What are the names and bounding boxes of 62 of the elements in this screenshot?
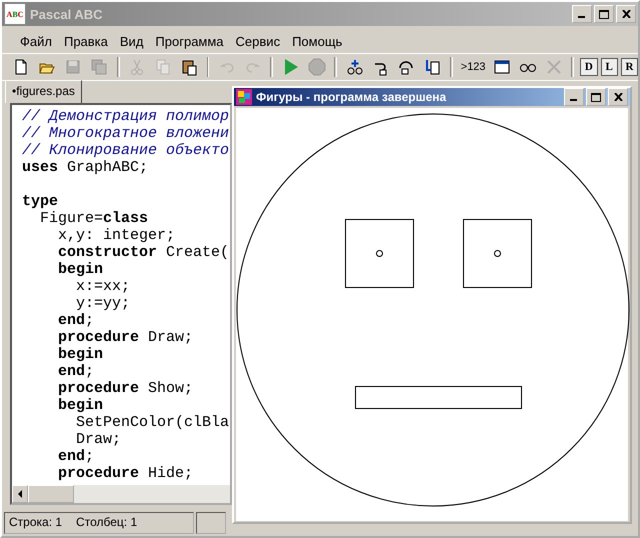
menu-item[interactable]: Сервис — [230, 32, 286, 50]
window-icon — [492, 58, 511, 76]
code-line: y:=yy; — [75, 295, 130, 312]
minimize-button[interactable] — [564, 88, 584, 106]
menu-item[interactable]: Помощь — [286, 32, 348, 50]
save-icon — [64, 58, 82, 76]
arrow-document-icon — [423, 58, 442, 76]
stop-sign-icon — [308, 58, 326, 76]
code-line: // Многократное вложени — [22, 125, 230, 142]
code-line: type — [22, 193, 58, 210]
copy-icon — [154, 58, 172, 76]
horizontal-scrollbar[interactable] — [12, 485, 230, 503]
scroll-thumb[interactable] — [28, 485, 74, 503]
close-icon — [614, 93, 622, 101]
menu-item[interactable]: Файл — [14, 32, 58, 50]
code-line: end; — [57, 312, 94, 329]
code-line: procedure Show; — [57, 380, 194, 397]
close-button[interactable] — [608, 88, 628, 106]
maximize-button[interactable] — [586, 88, 606, 106]
code-line: SetPenColor(clBla — [75, 414, 230, 431]
code-line: procedure Draw; — [57, 329, 194, 346]
scroll-left-icon[interactable] — [12, 485, 28, 503]
code-line: uses GraphABC; — [22, 159, 148, 176]
code-line: constructor Create( — [57, 244, 230, 261]
maximize-icon — [599, 10, 609, 18]
toolbar-button[interactable]: D — [580, 58, 598, 76]
status-panel — [196, 512, 226, 534]
code-editor[interactable] — [10, 103, 232, 505]
status-text: Строка: 1 — [9, 515, 62, 531]
code-line: end; — [57, 363, 94, 380]
status-text: Столбец: 1 — [76, 515, 138, 531]
code-line: // Демонстрация полимор — [22, 108, 230, 125]
code-line: begin — [57, 261, 104, 278]
code-line: Figure=class — [39, 210, 148, 227]
maximize-icon — [591, 92, 601, 102]
save-all-icon — [90, 58, 108, 76]
code-line: Draw; — [75, 431, 122, 448]
code-line: end; — [57, 448, 94, 465]
window-title: Pascal ABC — [30, 6, 104, 22]
code-line: begin — [57, 346, 104, 363]
toolbar-button[interactable]: L — [600, 58, 618, 76]
menu-item[interactable]: Правка — [58, 32, 114, 50]
paste-icon — [180, 58, 198, 76]
close-icon — [622, 10, 630, 18]
toolbar-button[interactable]: >123 — [458, 56, 488, 78]
delete-icon — [544, 58, 563, 76]
close-button[interactable] — [616, 5, 636, 23]
file-tab[interactable]: •figures.pas — [5, 80, 82, 103]
maximize-button[interactable] — [594, 5, 614, 23]
app-icon — [236, 89, 252, 105]
code-line: // Клонирование объекто — [22, 142, 230, 159]
code-line: x,y: integer; — [57, 227, 176, 244]
minimize-button[interactable] — [572, 5, 592, 23]
menu-item[interactable]: Программа — [149, 32, 230, 50]
glasses-plus-icon — [346, 58, 364, 76]
code-line: procedure Hide; — [57, 465, 194, 482]
toolbar-button[interactable]: R — [620, 58, 638, 76]
code-line: x:=xx; — [75, 278, 130, 295]
app-logo-icon: ABC — [4, 3, 26, 25]
code-line: begin — [57, 397, 104, 414]
window-title: Фигуры - программа завершена — [256, 90, 448, 104]
menu-item[interactable]: Вид — [114, 32, 150, 50]
